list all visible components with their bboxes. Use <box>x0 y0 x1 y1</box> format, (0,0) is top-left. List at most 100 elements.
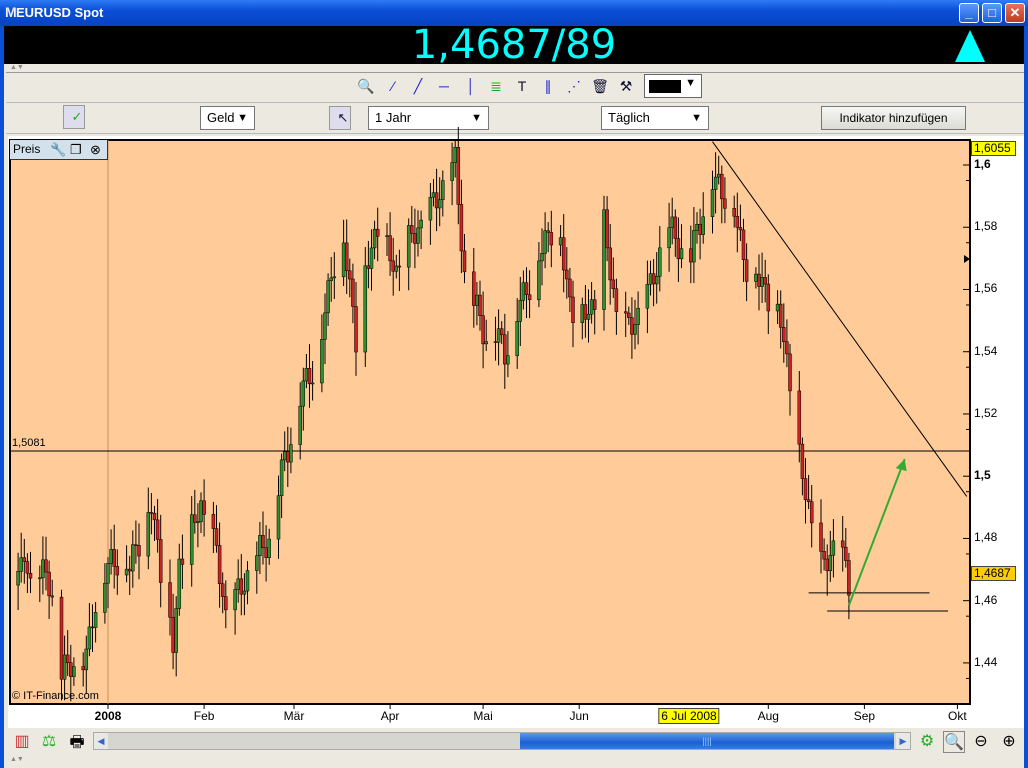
candle-body <box>211 514 216 529</box>
candle-body <box>713 176 718 190</box>
indicators-icon[interactable]: ⚖ <box>38 731 60 751</box>
candle-body <box>692 230 696 263</box>
candle-body <box>571 296 575 323</box>
candle-body <box>267 538 271 558</box>
candle-body <box>304 368 309 382</box>
candle-body <box>720 173 724 200</box>
candle-body <box>310 382 315 385</box>
candle-body <box>69 662 73 677</box>
chart-type-icon[interactable]: ▥ <box>11 731 33 751</box>
candle-body <box>81 666 85 671</box>
print-icon[interactable]: 🖶 <box>66 731 88 758</box>
candle-body <box>224 596 228 611</box>
candle-body <box>844 546 848 561</box>
candle-body <box>391 260 395 272</box>
y-tick-label: 1,44 <box>974 654 998 669</box>
cursor-date-label: 6 Jul 2008 <box>658 708 720 724</box>
candle-body <box>397 265 402 268</box>
candle-body <box>84 648 89 671</box>
x-tick-label: Sep <box>853 709 876 723</box>
candle-body <box>589 299 594 315</box>
zoom-out-icon[interactable]: ⊖ <box>970 731 992 751</box>
candle-body <box>667 227 671 249</box>
candle-body <box>723 198 727 209</box>
candle-body <box>282 451 287 461</box>
candle-body <box>242 590 247 595</box>
candle-body <box>264 547 268 558</box>
candle-body <box>828 554 833 572</box>
scroll-left-button[interactable]: ◀ <box>94 733 108 749</box>
candle-body <box>630 317 634 335</box>
candle-body <box>695 223 699 231</box>
x-tick-label: Mär <box>283 709 305 723</box>
candle-body <box>741 229 746 261</box>
candle-body <box>518 300 523 322</box>
candle-body <box>289 444 293 463</box>
candle-body <box>782 327 786 343</box>
candle-body <box>549 232 554 246</box>
restore-icon[interactable]: ❐ <box>70 140 82 159</box>
settings-icon[interactable]: ⚙ <box>916 731 938 751</box>
time-scrollbar[interactable]: ◀ |||| ▶ <box>93 732 911 750</box>
candle-body <box>698 223 702 235</box>
candle-body <box>785 341 789 355</box>
candle-body <box>59 596 64 680</box>
candle-body <box>760 277 764 287</box>
candle-body <box>565 269 569 280</box>
candle-body <box>580 304 585 323</box>
y-tick-label: 1,6 <box>974 157 991 171</box>
candle-body <box>72 666 76 677</box>
candle-body <box>654 276 659 285</box>
autoscale-icon[interactable]: 🔍 <box>943 731 965 753</box>
scrollbar-thumb[interactable]: |||| <box>520 733 894 749</box>
candle-body <box>127 568 132 572</box>
candle-body <box>25 561 30 574</box>
x-tick-label: Feb <box>193 709 215 723</box>
candle-body <box>658 247 662 277</box>
max-price-label: 1,6055 <box>971 141 1016 156</box>
candle-body <box>351 278 355 307</box>
candle-body <box>806 499 811 502</box>
candle-body <box>744 259 749 282</box>
candle-body <box>633 324 637 335</box>
x-tick-label: Aug <box>757 709 779 723</box>
candle-body <box>831 540 836 556</box>
candle-body <box>134 544 138 546</box>
price-panel-header: Preis 🔧 ❐ ⊗ <box>10 140 108 160</box>
y-tick-label: 1,58 <box>974 219 998 234</box>
candle-body <box>778 303 783 328</box>
candle-body <box>394 265 399 272</box>
candle-body <box>763 277 767 285</box>
close-panel-icon[interactable]: ⊗ <box>90 140 101 159</box>
copyright: © IT-Finance.com <box>12 690 99 702</box>
candle-body <box>388 235 392 262</box>
candle-body <box>189 514 194 565</box>
candle-body <box>543 230 547 254</box>
y-tick-label: 1,5 <box>974 468 991 483</box>
candle-body <box>766 283 771 312</box>
candle-body <box>146 512 151 557</box>
zoom-in-icon[interactable]: ⊕ <box>998 731 1020 751</box>
candle-body <box>47 571 51 597</box>
candle-body <box>608 247 612 281</box>
candle-body <box>202 500 206 515</box>
candle-body <box>754 273 758 282</box>
candle-body <box>636 307 640 325</box>
candle-body <box>385 235 389 237</box>
candle-body <box>437 199 442 209</box>
candle-body <box>137 545 141 557</box>
candle-body <box>50 595 54 598</box>
candle-body <box>605 209 609 249</box>
collapse-handle-bottom[interactable]: ▲▼ <box>4 756 24 764</box>
candle-body <box>199 500 203 523</box>
candle-body <box>800 443 805 479</box>
wrench-icon[interactable]: 🔧 <box>50 140 66 159</box>
candle-body <box>214 528 219 546</box>
candle-body <box>276 495 281 540</box>
scroll-right-button[interactable]: ▶ <box>896 733 910 749</box>
candle-body <box>307 368 312 385</box>
candle-body <box>524 282 529 296</box>
candle-body <box>434 192 439 209</box>
price-chart[interactable] <box>0 0 1028 768</box>
candle-body <box>825 558 829 572</box>
